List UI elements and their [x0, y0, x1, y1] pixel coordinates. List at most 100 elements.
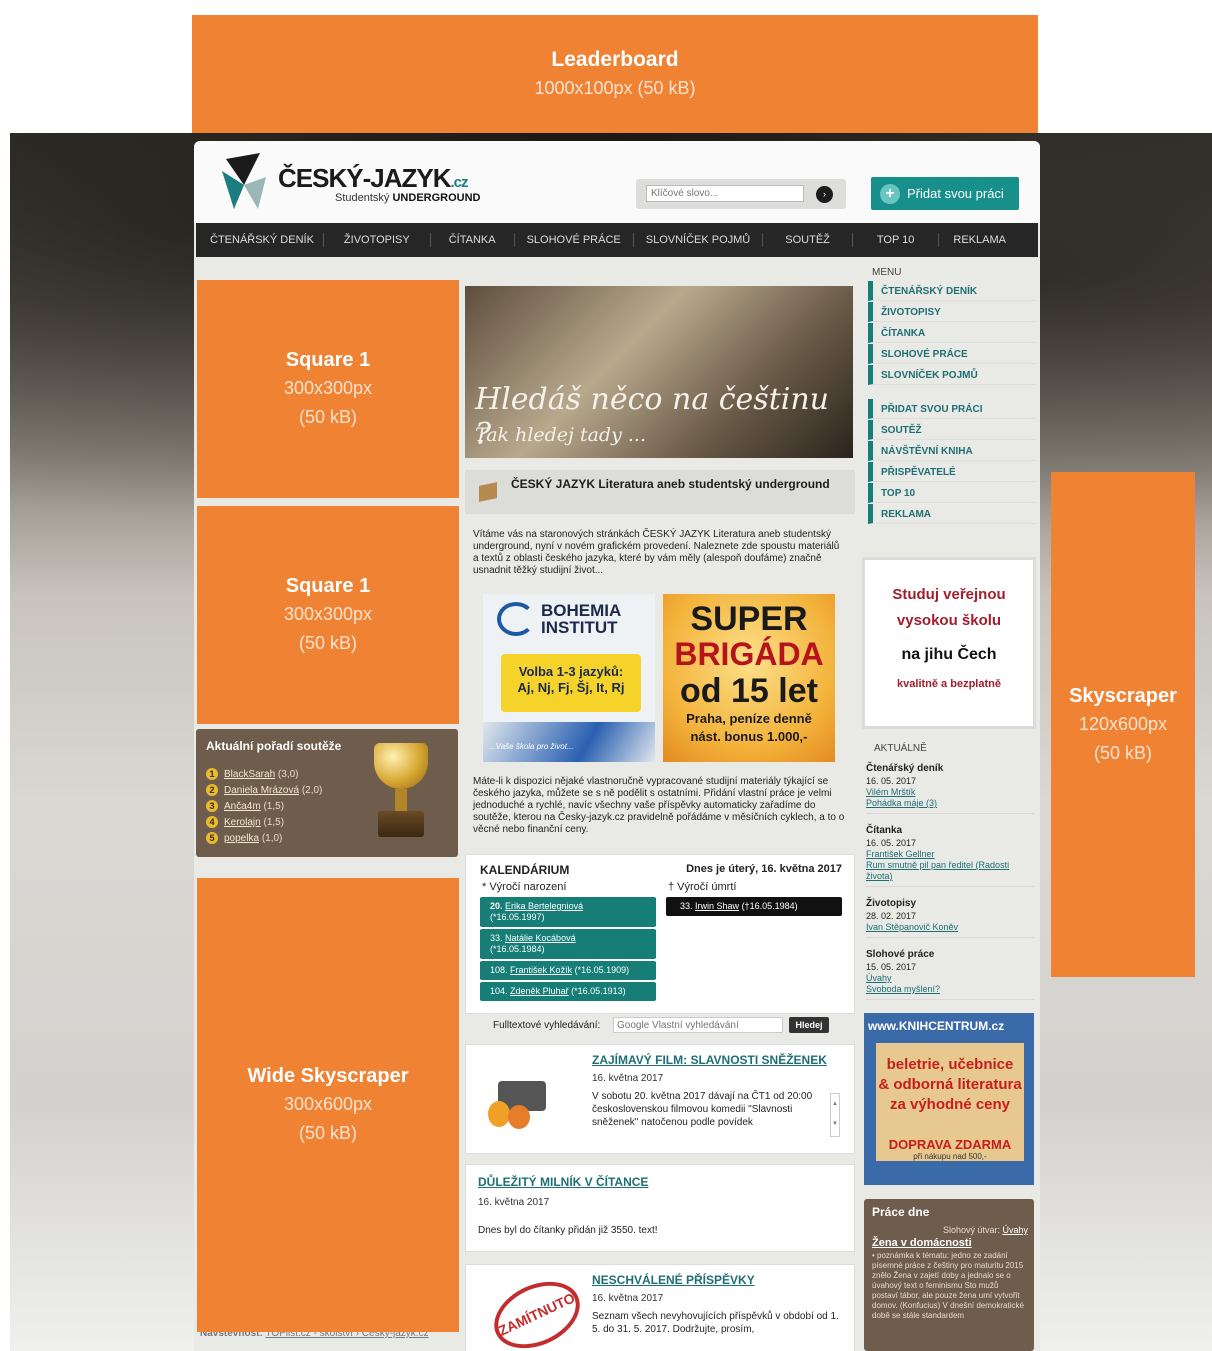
news-date: 16. května 2017	[478, 1197, 550, 1208]
born-item: 20. Erika Bertelegniová (*16.05.1997)	[480, 897, 656, 927]
news-card: ZAJÍMAVÝ FILM: SLAVNOSTI SNĚŽENEK 16. kv…	[465, 1044, 855, 1154]
menu-item[interactable]: PŘISPĚVATELÉ	[868, 462, 1036, 482]
nav-item[interactable]: SOUTĚŽ	[763, 233, 853, 247]
aktualne-link[interactable]: Svoboda myšlení?	[866, 984, 940, 994]
university-ad-region: na jihu Čech	[901, 646, 997, 663]
author-link[interactable]: František Kožík	[510, 965, 572, 975]
ranking-link[interactable]: Daniela Mrázová	[224, 785, 299, 796]
ranking-link[interactable]: BlackSarah	[224, 769, 275, 780]
nav-item[interactable]: SLOVNÍČEK POJMŮ	[634, 233, 764, 247]
menu-item[interactable]: ŽIVOTOPISY	[868, 302, 1036, 322]
welcome-title: ČESKÝ JAZYK Literatura aneb studentský u…	[511, 477, 830, 491]
aktualne-group: Slohové práce 15. 05. 2017 Úvahy Svoboda my…	[866, 948, 1034, 1000]
knihcentrum-ad[interactable]: www.KNIHCENTRUM.cz beletrie, učebnice & o…	[864, 1013, 1034, 1185]
menu-item[interactable]: ČÍTANKA	[868, 323, 1036, 343]
university-ad[interactable]: Studuj veřejnou vysokou školu na jihu Čec…	[862, 557, 1036, 729]
news-title[interactable]: ZAJÍMAVÝ FILM: SLAVNOSTI SNĚŽENEK	[592, 1053, 842, 1067]
ad-size: 120x600px	[1078, 713, 1168, 734]
news-title[interactable]: DŮLEŽITÝ MILNÍK V ČÍTANCE	[478, 1175, 842, 1189]
welcome-intro: Vítáme vás na staronových stránkách ČESK…	[473, 529, 840, 576]
square-ad-2[interactable]: Square 1 300x300px (50 kB)	[197, 506, 459, 724]
leaderboard-ad[interactable]: Leaderboard 1000x100px (50 kB)	[192, 15, 1038, 133]
nav-item[interactable]: ČÍTANKA	[431, 233, 515, 247]
ad-title: Square 1	[285, 349, 371, 371]
square-ad-1[interactable]: Square 1 300x300px (50 kB)	[197, 280, 459, 498]
ranking-item: 2 Daniela Mrázová (2,0)	[206, 783, 322, 799]
wide-skyscraper-ad[interactable]: Wide Skyscraper 300x600px (50 kB)	[197, 878, 459, 1332]
logo-title[interactable]: ČESKÝ-JAZYK.cz	[278, 163, 469, 194]
news-date: 16. května 2017	[592, 1293, 664, 1304]
bohemia-ad[interactable]: BOHEMIA INSTITUT Volba 1-3 jazyků: Aj, Nj,…	[483, 594, 655, 762]
born-item: 108. František Kožík (*16.05.1909)	[480, 961, 656, 980]
nav-item[interactable]: SLOHOVÉ PRÁCE	[515, 233, 634, 247]
news-title[interactable]: NESCHVÁLENÉ PŘÍSPĚVKY	[592, 1273, 844, 1287]
search-input[interactable]	[646, 185, 804, 202]
menu-item[interactable]: PŘIDAT SVOU PRÁCI	[868, 399, 1036, 419]
nav-item[interactable]: ŽIVOTOPISY	[324, 233, 431, 247]
born-label: * Výročí narození	[482, 881, 567, 893]
aktualne-link[interactable]: Rum smutně pil pan ředitel (Radosti živo…	[866, 860, 1009, 881]
menu-item[interactable]: SLOVNÍČEK POJMŮ	[868, 365, 1036, 385]
fulltext-input[interactable]	[613, 1017, 783, 1033]
aktualne-link[interactable]: Úvahy	[866, 973, 892, 983]
menu-item[interactable]: NÁVŠTĚVNÍ KNIHA	[868, 441, 1036, 461]
logo-icon	[222, 153, 266, 209]
skyscraper-ad[interactable]: Skyscraper 120x600px (50 kB)	[1051, 472, 1195, 977]
book-icon	[479, 482, 497, 502]
hero-banner[interactable]: Hledáš něco na češtinu ? Tak hledej tady…	[465, 286, 853, 458]
author-link[interactable]: Zdeněk Pluhař	[510, 986, 569, 996]
knihcentrum-head: www.KNIHCENTRUM.cz	[868, 1019, 1005, 1033]
add-work-button[interactable]: + Přidat svou práci	[871, 177, 1019, 210]
ad-weight: (50 kB)	[298, 1123, 358, 1143]
ad-title: Skyscraper	[1069, 684, 1177, 707]
work-type: Slohový útvar: Úvahy	[942, 1225, 1028, 1235]
work-type-link[interactable]: Úvahy	[1002, 1225, 1028, 1235]
nav-item[interactable]: ČTENÁŘSKÝ DENÍK	[196, 233, 324, 247]
news-card: ZAMÍTNUTO NESCHVÁLENÉ PŘÍSPĚVKY 16. květ…	[465, 1264, 855, 1351]
ranking-item: 5 popelka (1,0)	[206, 831, 322, 847]
author-link[interactable]: Natálie Kocábová	[505, 933, 576, 943]
brigada-super: SUPER	[690, 600, 808, 638]
aktualne-label: AKTUÁLNĚ	[874, 743, 927, 754]
search-go-button[interactable]: ›	[816, 186, 833, 203]
aktualne-link[interactable]: Pohádka máje (3)	[866, 798, 937, 808]
add-work-label: Přidat svou práci	[907, 186, 1004, 201]
ranking-link[interactable]: Kerolajn	[224, 817, 261, 828]
side-menu: MENU ČTENÁŘSKÝ DENÍK ŽIVOTOPISY ČÍTANKA …	[862, 263, 1036, 524]
menu-item[interactable]: TOP 10	[868, 483, 1036, 503]
scrollbar[interactable]: ▲ ▼	[830, 1093, 840, 1137]
rejected-stamp: ZAMÍTNUTO	[483, 1268, 591, 1351]
nav-item[interactable]: TOP 10	[853, 233, 940, 247]
ad-weight: (50 kB)	[298, 633, 358, 653]
kalendarium: KALENDÁRIUM Dnes je úterý, 16. května 20…	[465, 854, 855, 1014]
news-text: Seznam všech nevyhovujících příspěvků v …	[592, 1311, 839, 1335]
news-date: 16. května 2017	[592, 1073, 664, 1084]
ad-title: Leaderboard	[551, 47, 679, 71]
brigada-ad[interactable]: SUPER BRIGÁDA od 15 let Praha, peníze de…	[663, 594, 835, 762]
menu-item[interactable]: REKLAMA	[868, 504, 1036, 524]
menu-item[interactable]: ČTENÁŘSKÝ DENÍK	[868, 281, 1036, 301]
ranking-link[interactable]: popelka	[224, 833, 259, 844]
work-title-link[interactable]: Žena v domácnosti	[864, 1235, 1034, 1251]
ad-title: Square 1	[285, 575, 371, 597]
hand-icon: ...Vaše škola pro život...	[483, 722, 655, 762]
ad-size: 1000x100px (50 kB)	[534, 77, 696, 98]
menu-item[interactable]: SOUTĚŽ	[868, 420, 1036, 440]
fulltext-search: Fulltextové vyhledávání: Hledej	[493, 1017, 829, 1033]
author-link[interactable]: Irwin Shaw	[695, 901, 739, 911]
site-header: ČESKÝ-JAZYK.cz Studentský UNDERGROUND › …	[194, 141, 1040, 223]
menu-item[interactable]: SLOHOVÉ PRÁCE	[868, 344, 1036, 364]
aktualne-link[interactable]: Ivan Stěpanovič Koněv	[866, 922, 958, 932]
born-item: 104. Zdeněk Pluhař (*16.05.1913)	[480, 982, 656, 1001]
aktualne-group: Životopisy 28. 02. 2017 Ivan Stěpanovič Ko…	[866, 897, 1034, 938]
aktualne-link[interactable]: Vilém Mrštík	[866, 787, 915, 797]
nav-item[interactable]: REKLAMA	[939, 233, 1020, 247]
kalendarium-date: Dnes je úterý, 16. května 2017	[686, 863, 842, 875]
fulltext-button[interactable]: Hledej	[789, 1017, 829, 1033]
inline-ads: BOHEMIA INSTITUT Volba 1-3 jazyků: Aj, Nj,…	[483, 594, 835, 764]
aktualne-link[interactable]: František Gellner	[866, 849, 935, 859]
ranking-link[interactable]: Anča4m	[224, 801, 261, 812]
ad-size: 300x600px	[283, 1094, 373, 1114]
author-link[interactable]: Erika Bertelegniová	[505, 901, 583, 911]
died-item: 33. Irwin Shaw (†16.05.1984)	[666, 897, 842, 916]
